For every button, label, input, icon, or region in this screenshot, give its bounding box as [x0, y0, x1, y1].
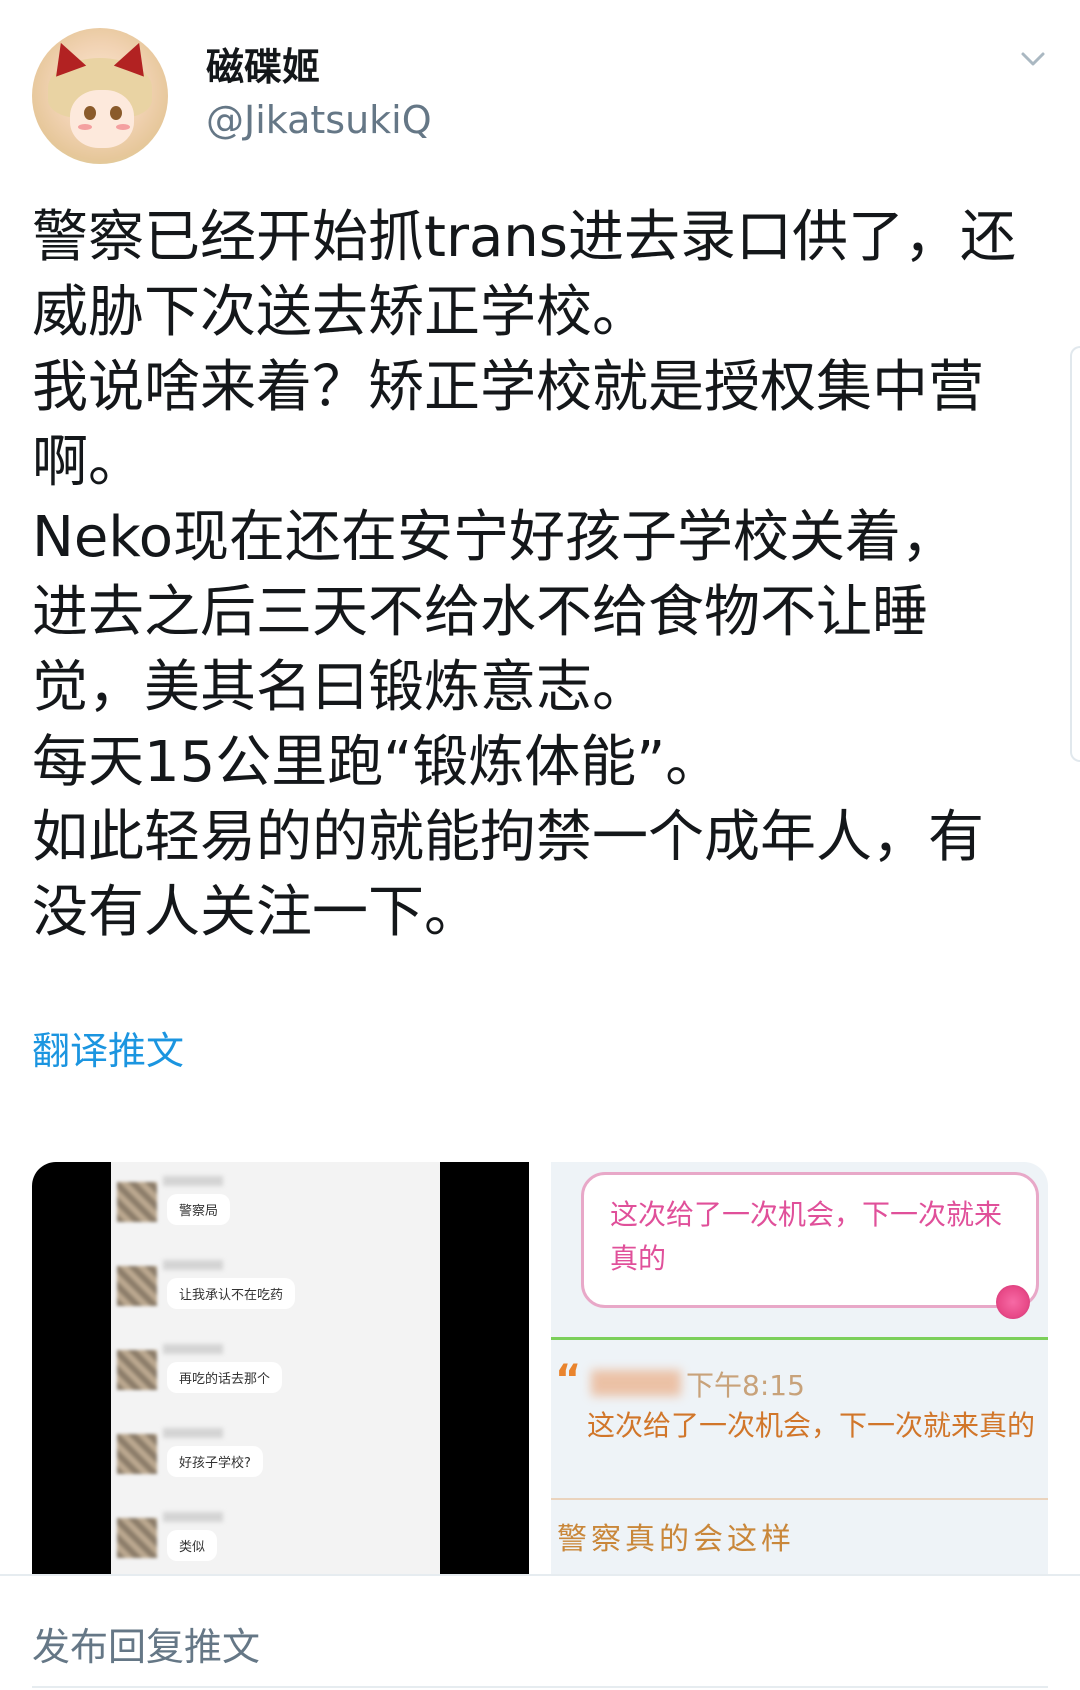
avatar-eye-left [84, 106, 96, 120]
tweet-text-line: 警察已经开始抓trans进去录口供了，还 [32, 205, 1016, 270]
chat-message: 类似 [117, 1500, 427, 1574]
avatar-cheek-left [78, 124, 92, 130]
tweet-text-line: 如此轻易的的就能拘禁一个成年人，有 [32, 805, 984, 870]
tweet-text-line: 我说啥来着？矫正学校就是授权集中营 [32, 355, 984, 420]
pink-message-card: 这次给了一次机会，下一次就来真的 [581, 1172, 1039, 1319]
reply-bar: 发布回复推文 [0, 1574, 1080, 1690]
divider [551, 1498, 1048, 1500]
avatar-face [70, 90, 134, 148]
tweet-text-line: 进去之后三天不给水不给食物不让睡 [32, 580, 928, 645]
chat-message: 好孩子学校? [117, 1416, 427, 1496]
tweet-text-line: 威胁下次送去矫正学校。 [32, 280, 648, 345]
media-image-chat[interactable]: 警察局 让我承认不在吃药 再吃的话去那个 好孩子学校? 类似 [32, 1162, 529, 1574]
reply-underline [32, 1686, 1048, 1688]
avatar-eye-right [110, 106, 122, 120]
translate-tweet-link[interactable]: 翻译推文 [32, 1020, 184, 1075]
chat-bubble: 让我承认不在吃药 [167, 1278, 296, 1309]
reply-input[interactable]: 发布回复推文 [32, 1616, 260, 1671]
chevron-down-icon[interactable] [1020, 46, 1046, 72]
chat-bubble: 类似 [167, 1530, 218, 1561]
chat-message: 再吃的话去那个 [117, 1332, 427, 1412]
quoted-message-text: 这次给了一次机会，下一次就来真的 [587, 1409, 1036, 1442]
tweet-text-line: 觉，美其名曰锻炼意志。 [32, 655, 648, 720]
chat-sender-blurred [163, 1344, 223, 1354]
tweet-text-line: Neko现在还在安宁好孩子学校关着， [32, 505, 958, 570]
avatar[interactable] [32, 28, 168, 164]
display-name[interactable]: 磁碟姬 [206, 36, 320, 91]
tweet-text: 警察已经开始抓trans进去录口供了，还 威胁下次送去矫正学校。 我说啥来着？矫… [32, 200, 1042, 950]
sender-blurred [591, 1370, 681, 1396]
tweet-detail-page: 磁碟姬 @JikatsukiQ 警察已经开始抓trans进去录口供了，还 威胁下… [0, 0, 1080, 1690]
chat-bubble: 警察局 [167, 1194, 231, 1225]
quote-icon: “ [555, 1357, 582, 1403]
pink-message-text: 这次给了一次机会，下一次就来真的 [610, 1198, 1003, 1275]
chat-avatar [117, 1434, 157, 1474]
rose-icon [996, 1285, 1030, 1319]
divider [551, 1337, 1048, 1340]
chat-bubble: 好孩子学校? [167, 1446, 263, 1477]
chat-message: 警察局 [117, 1164, 427, 1244]
chat-bubble: 再吃的话去那个 [167, 1362, 283, 1393]
chat-avatar [117, 1266, 157, 1306]
chat-sender-blurred [163, 1428, 223, 1438]
message-time: 下午8:15 [686, 1369, 805, 1402]
chat-sender-blurred [163, 1260, 223, 1270]
tweet-text-line: 没有人关注一下。 [32, 880, 480, 945]
media-image-message[interactable]: 这次给了一次机会，下一次就来真的 “ 下午8:15 这次给了一次机会，下一次就来… [551, 1162, 1048, 1574]
chat-message: 让我承认不在吃药 [117, 1248, 427, 1328]
user-handle[interactable]: @JikatsukiQ [206, 98, 432, 142]
chat-sender-blurred [163, 1176, 223, 1186]
tweet-text-line: 每天15公里跑“锻炼体能”。 [32, 730, 722, 795]
scrollbar[interactable] [1070, 346, 1080, 762]
chat-avatar [117, 1182, 157, 1222]
chat-avatar [117, 1350, 157, 1390]
chat-screenshot: 警察局 让我承认不在吃药 再吃的话去那个 好孩子学校? 类似 [111, 1162, 440, 1574]
chat-avatar [117, 1518, 157, 1558]
avatar-cheek-right [116, 124, 130, 130]
chat-sender-blurred [163, 1512, 223, 1522]
tweet-text-line: 啊。 [32, 430, 144, 495]
handwritten-text: 警察真的会这样 [557, 1522, 795, 1557]
